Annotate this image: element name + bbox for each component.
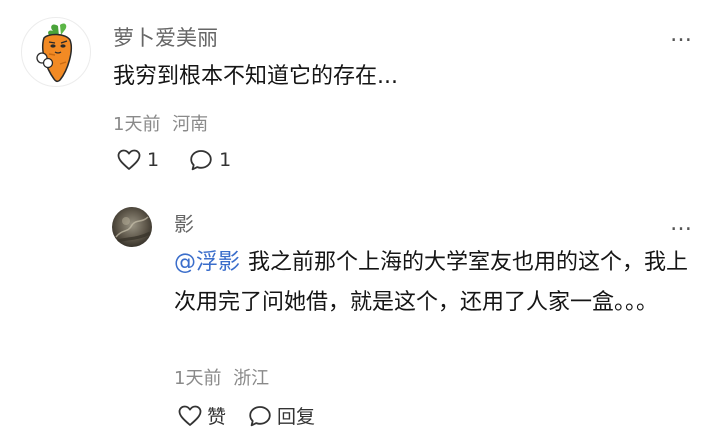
comment-location: 浙江 (233, 368, 270, 389)
comment-text: @浮影 我之前那个上海的大学室友也用的这个，我上次用完了问她借，就是这个，还用了人… (174, 243, 694, 323)
reply-button[interactable]: 回复 (248, 402, 315, 429)
comment-bubble-icon (189, 149, 213, 171)
reply-label: 回复 (277, 406, 316, 428)
comment-bubble-icon (248, 405, 272, 427)
reply-button[interactable]: 1 (189, 149, 231, 171)
comment-meta: 1天前 河南 (113, 110, 208, 136)
like-button[interactable]: 1 (117, 149, 159, 171)
comment-item: 萝卜爱美丽 … 我穷到根本不知道它的存在... 1天前 河南 1 1 (0, 0, 708, 190)
carrot-avatar-icon[interactable] (21, 17, 91, 87)
like-label: 赞 (207, 406, 227, 428)
reply-body: 我之前那个上海的大学室友也用的这个，我上次用完了问她借，就是这个，还用了人家一盒… (174, 250, 689, 315)
reply-count: 1 (219, 149, 232, 171)
comment-time: 1天前 (174, 368, 222, 389)
comment-time: 1天前 (113, 114, 161, 135)
comment-text: 我穷到根本不知道它的存在... (113, 64, 398, 89)
more-options-icon[interactable]: … (670, 24, 693, 46)
photo-avatar-icon[interactable] (112, 207, 152, 247)
heart-icon (117, 149, 141, 171)
reply-item: 影 … @浮影 我之前那个上海的大学室友也用的这个，我上次用完了问她借，就是这个，… (0, 190, 708, 440)
like-count: 1 (147, 149, 160, 171)
comment-meta: 1天前 浙江 (174, 364, 269, 390)
comment-actions: 赞 回复 (178, 402, 315, 429)
username[interactable]: 影 (174, 208, 194, 237)
username[interactable]: 萝卜爱美丽 (113, 22, 218, 52)
heart-icon (178, 405, 202, 427)
like-button[interactable]: 赞 (178, 402, 226, 429)
more-options-icon[interactable]: … (670, 213, 693, 235)
comment-location: 河南 (172, 114, 209, 135)
mention-link[interactable]: @浮影 (174, 250, 240, 275)
comment-actions: 1 1 (117, 149, 231, 171)
